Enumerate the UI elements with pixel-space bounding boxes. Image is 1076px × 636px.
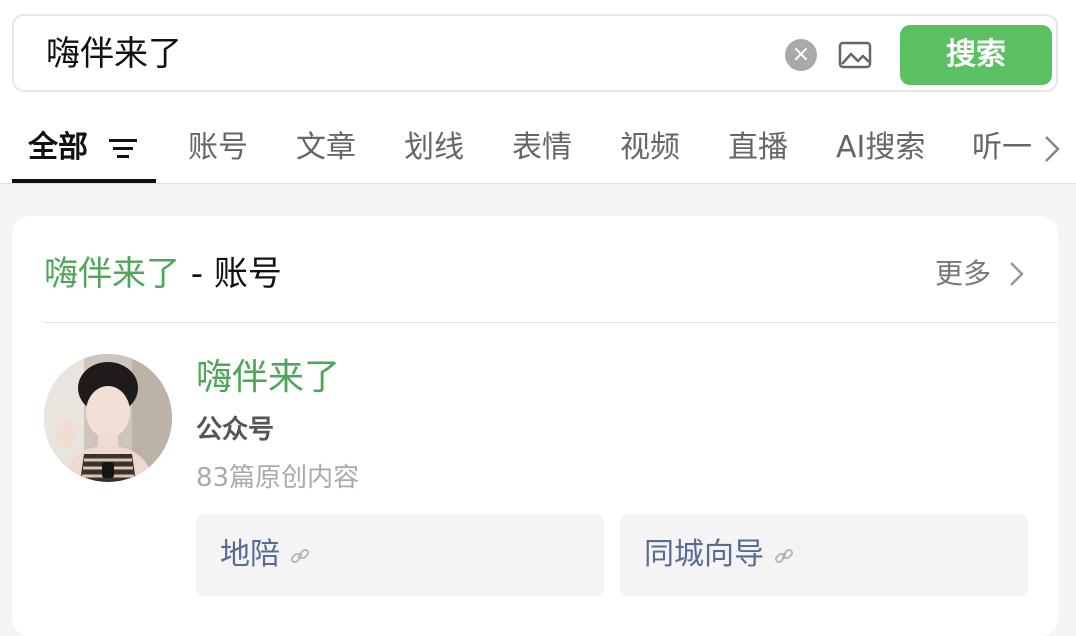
related-link-label: 同城向导	[644, 537, 764, 572]
related-link-card[interactable]: 地陪	[196, 514, 604, 596]
avatar[interactable]	[44, 354, 172, 482]
account-name[interactable]: 嗨伴来了	[196, 356, 340, 400]
search-header: 嗨伴来了 × 搜索 全部 账号 文章 划线 表情 视频 直播 AI搜索 听一	[0, 0, 1076, 184]
tab-live[interactable]: 直播	[728, 130, 788, 166]
tab-videos[interactable]: 视频	[620, 130, 680, 166]
chevron-right-icon[interactable]	[1040, 134, 1064, 164]
related-link-card[interactable]: 同城向导	[620, 514, 1028, 596]
chevron-right-icon[interactable]	[1008, 260, 1026, 288]
tab-accounts[interactable]: 账号	[188, 130, 248, 166]
close-circle-icon[interactable]: ×	[785, 39, 817, 71]
account-results-card: 嗨伴来了 - 账号 更多 嗨伴来了 公众号 83篇原创内容 地陪 同城向导	[12, 216, 1058, 636]
related-link-label: 地陪	[220, 537, 280, 572]
tab-all[interactable]: 全部	[28, 130, 88, 166]
avatar-image	[44, 354, 172, 482]
more-link[interactable]: 更多	[935, 256, 991, 292]
search-input[interactable]: 嗨伴来了 × 搜索	[12, 14, 1058, 92]
tab-highlights[interactable]: 划线	[404, 130, 464, 166]
original-count: 83篇原创内容	[196, 463, 360, 493]
tab-listen[interactable]: 听一	[972, 130, 1038, 166]
tab-stickers[interactable]: 表情	[512, 130, 572, 166]
search-tabs: 全部 账号 文章 划线 表情 视频 直播 AI搜索 听一	[0, 110, 1076, 184]
section-title: 嗨伴来了 - 账号	[44, 254, 282, 294]
account-type: 公众号	[196, 415, 275, 445]
section-title-rest: - 账号	[180, 254, 282, 294]
divider	[44, 322, 1058, 323]
tab-articles[interactable]: 文章	[296, 130, 356, 166]
filter-icon[interactable]	[108, 137, 138, 161]
link-icon	[775, 549, 793, 563]
image-icon[interactable]	[838, 40, 872, 70]
link-icon	[291, 549, 309, 563]
search-button[interactable]: 搜索	[900, 25, 1052, 85]
active-tab-indicator	[12, 179, 156, 183]
section-title-highlight: 嗨伴来了	[44, 254, 180, 294]
tab-ai-search[interactable]: AI搜索	[836, 130, 925, 166]
search-query-text[interactable]: 嗨伴来了	[46, 34, 182, 74]
